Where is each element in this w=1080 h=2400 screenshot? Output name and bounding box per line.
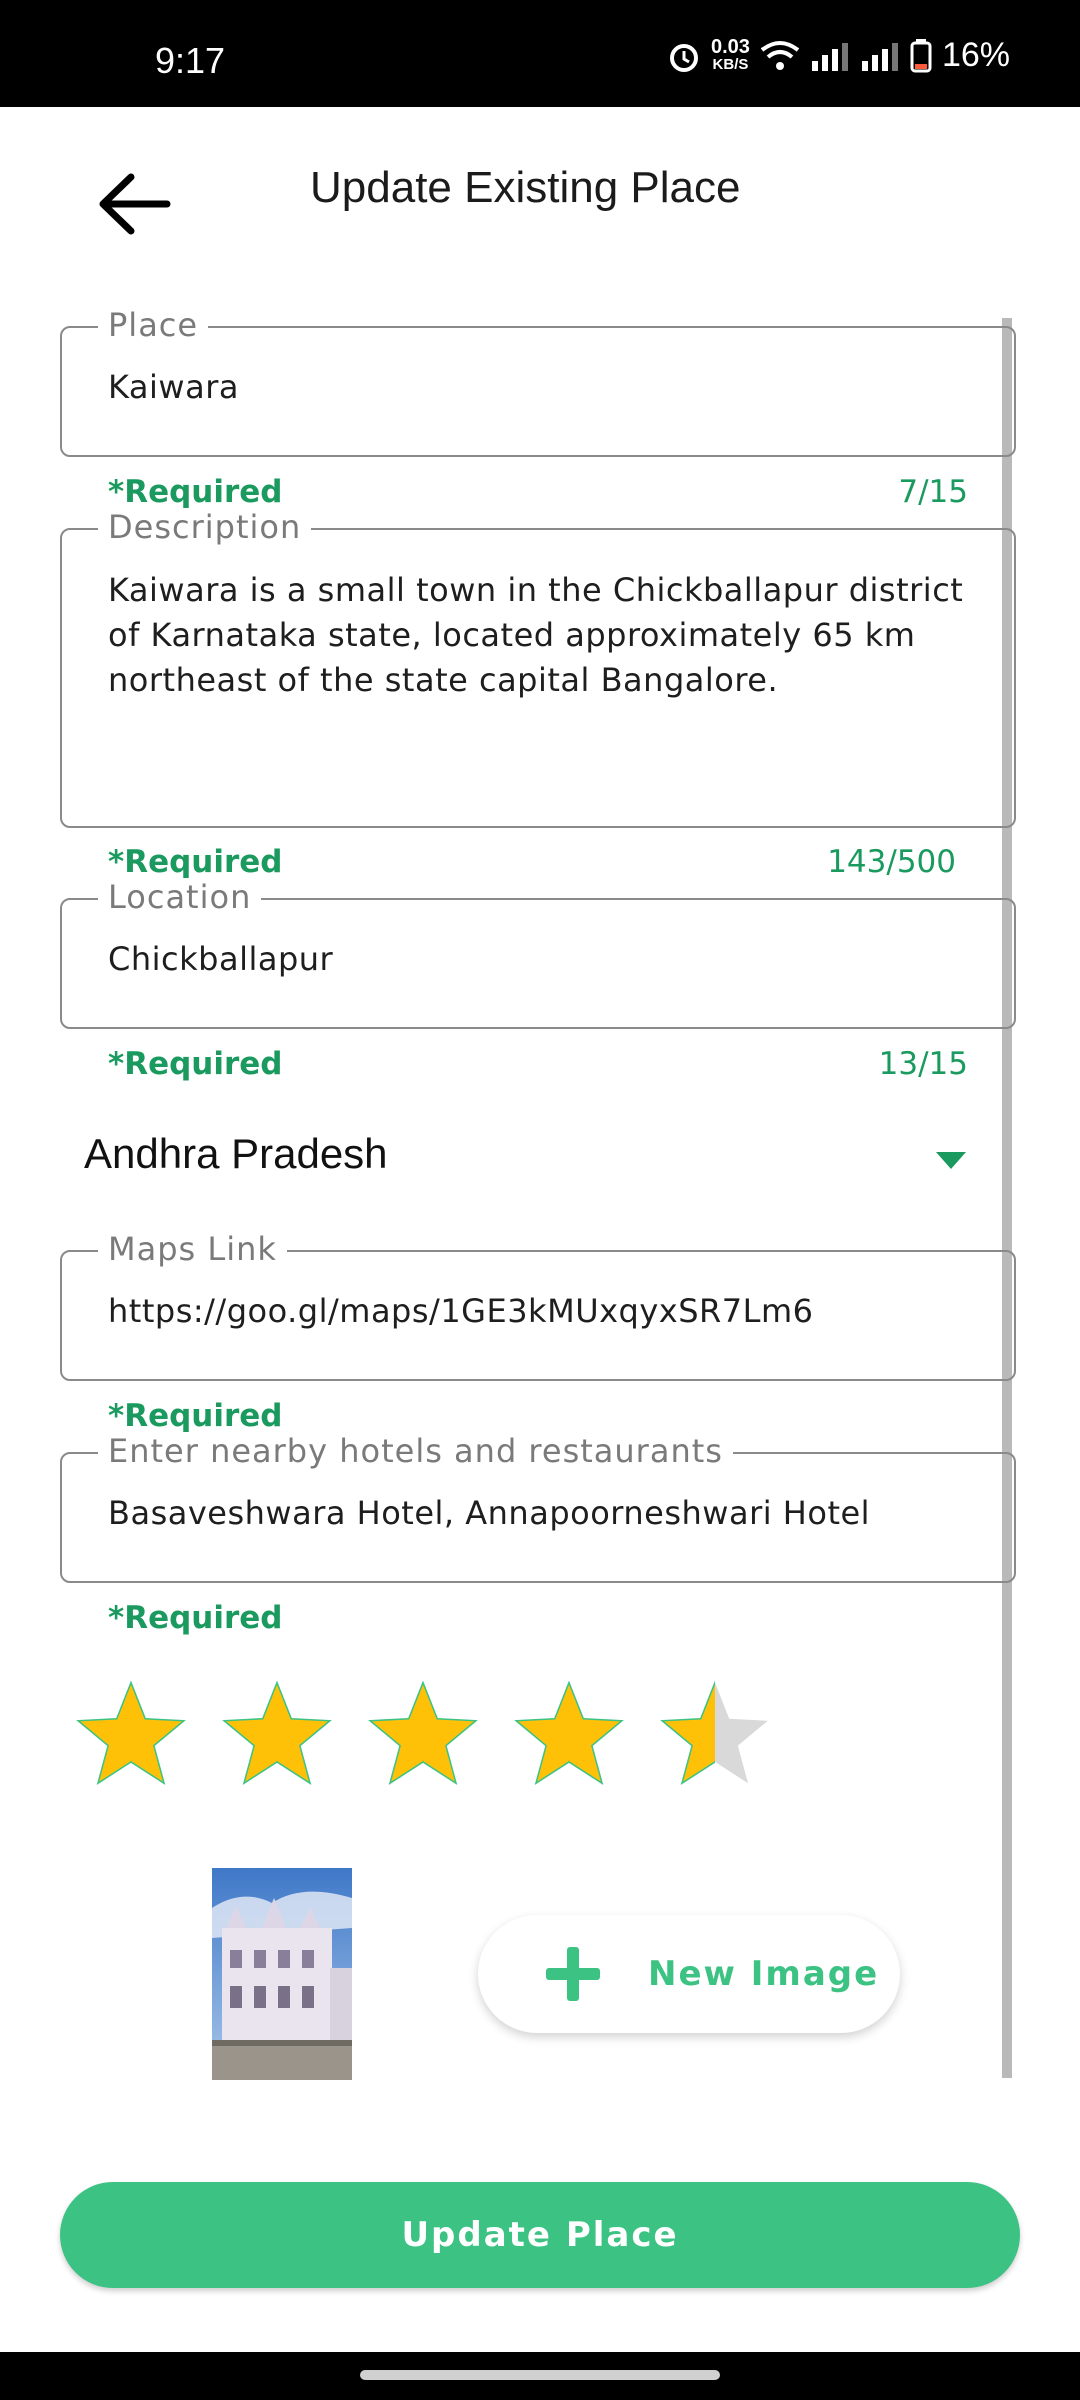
battery-percent: 16%	[941, 36, 1010, 74]
description-label: Description	[98, 508, 312, 546]
hotels-required: *Required	[108, 1600, 283, 1636]
place-field[interactable]: Place Kaiwara	[60, 306, 1016, 457]
place-label: Place	[98, 306, 209, 344]
hotels-label: Enter nearby hotels and restaurants	[98, 1432, 733, 1470]
star-half-icon[interactable]	[654, 1675, 776, 1797]
speed-unit: KB/S	[712, 55, 749, 73]
hotels-input[interactable]: Basaveshwara Hotel, Annapoorneshwari Hot…	[108, 1494, 870, 1532]
maps-required: *Required	[108, 1398, 283, 1434]
location-label: Location	[98, 878, 262, 916]
location-input[interactable]: Chickballapur	[108, 940, 333, 978]
place-input[interactable]: Kaiwara	[108, 368, 239, 406]
update-place-button[interactable]: Update Place	[60, 2182, 1020, 2288]
star-icon[interactable]	[508, 1675, 630, 1797]
wifi-icon	[760, 40, 800, 70]
state-dropdown[interactable]: Andhra Pradesh	[84, 1130, 974, 1190]
star-icon[interactable]	[362, 1675, 484, 1797]
maps-link-label: Maps Link	[98, 1230, 287, 1268]
signal-icon	[811, 42, 848, 71]
app-bar: Update Existing Place	[0, 107, 1080, 277]
description-required: *Required	[108, 844, 283, 880]
place-required: *Required	[108, 474, 283, 510]
home-gesture-handle[interactable]	[360, 2370, 720, 2380]
new-image-label: New Image	[648, 1954, 880, 1994]
location-helper: *Required 13/15	[108, 1046, 968, 1082]
location-required: *Required	[108, 1046, 283, 1082]
new-image-button[interactable]: New Image	[478, 1915, 900, 2033]
plus-icon	[546, 1947, 600, 2001]
navigation-bar	[0, 2352, 1080, 2400]
maps-link-input[interactable]: https://goo.gl/maps/1GE3kMUxqyxSR7Lm6	[108, 1292, 814, 1330]
star-icon[interactable]	[216, 1675, 338, 1797]
place-image-thumbnail[interactable]	[212, 1868, 352, 2080]
network-speed: 0.03 KB/S	[711, 35, 750, 74]
hotels-field[interactable]: Enter nearby hotels and restaurants Basa…	[60, 1432, 1016, 1583]
rating-bar[interactable]	[70, 1675, 776, 1797]
dropdown-arrow-icon	[936, 1152, 966, 1169]
update-place-label: Update Place	[401, 2215, 679, 2255]
maps-helper: *Required	[108, 1398, 968, 1434]
status-bar: 9:17 0.03 KB/S 16%	[0, 0, 1080, 107]
location-field[interactable]: Location Chickballapur	[60, 878, 1016, 1029]
signal-icon	[861, 42, 898, 71]
description-helper: *Required 143/500	[108, 844, 968, 880]
speed-value: 0.03	[711, 35, 750, 58]
description-counter: 143/500	[827, 844, 956, 880]
page-title: Update Existing Place	[310, 163, 741, 212]
status-time: 9:17	[155, 40, 226, 81]
place-counter: 7/15	[898, 474, 968, 510]
alarm-icon	[670, 43, 698, 72]
description-input[interactable]: Kaiwara is a small town in the Chickball…	[108, 568, 988, 703]
hotels-helper: *Required	[108, 1600, 968, 1636]
place-helper: *Required 7/15	[108, 474, 968, 510]
location-counter: 13/15	[878, 1046, 968, 1082]
status-icons: 0.03 KB/S 16%	[667, 36, 1010, 75]
star-icon[interactable]	[70, 1675, 192, 1797]
description-field[interactable]: Description Kaiwara is a small town in t…	[60, 508, 1016, 828]
maps-link-field[interactable]: Maps Link https://goo.gl/maps/1GE3kMUxqy…	[60, 1230, 1016, 1381]
state-selected: Andhra Pradesh	[84, 1130, 388, 1177]
arrow-left-icon[interactable]	[95, 167, 175, 241]
battery-icon	[910, 38, 932, 72]
